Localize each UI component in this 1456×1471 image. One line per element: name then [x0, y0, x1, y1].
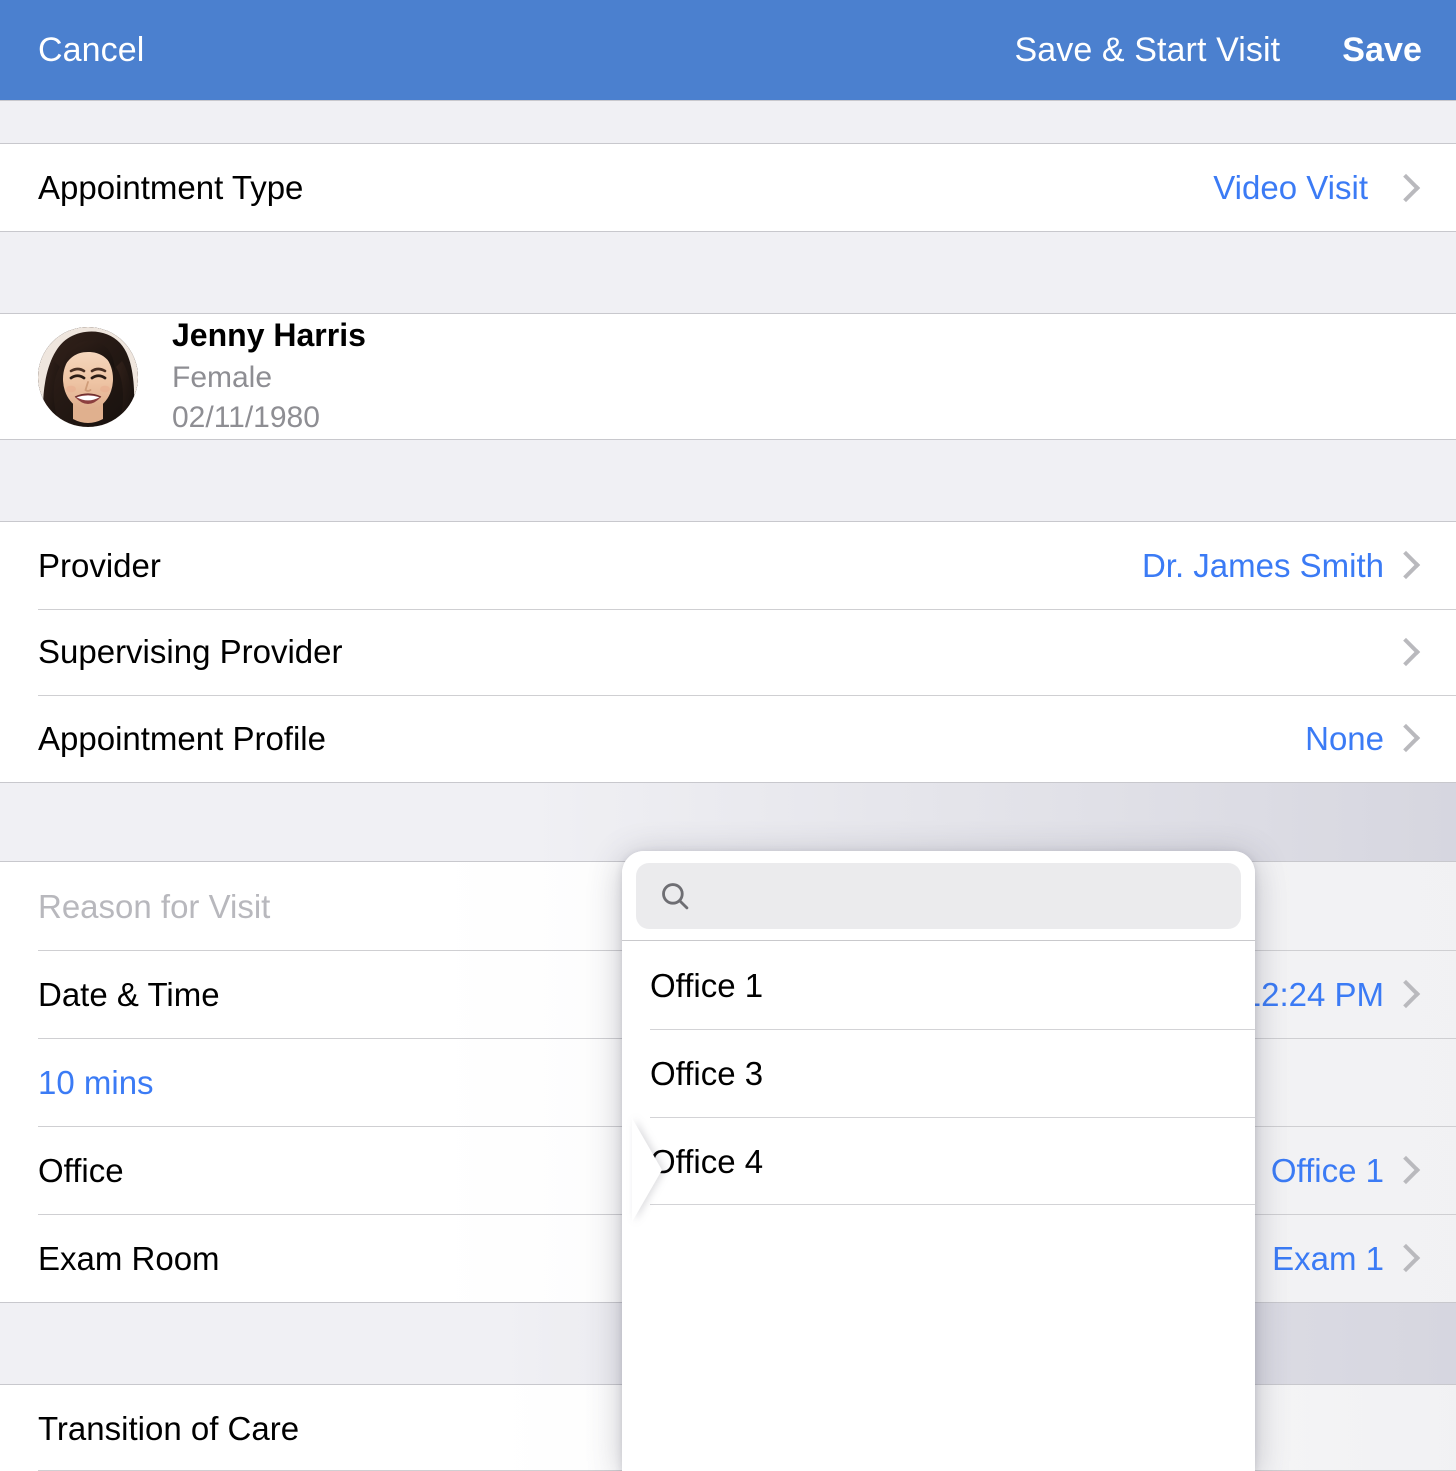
- transition-of-care-label: Transition of Care: [38, 1409, 300, 1447]
- search-field[interactable]: [636, 863, 1241, 929]
- providers-section: Provider Dr. James Smith Supervising Pro…: [0, 522, 1456, 782]
- save-button[interactable]: Save: [1342, 33, 1422, 67]
- chevron-right-icon: [1391, 724, 1421, 753]
- exam-room-value-group: Exam 1: [1272, 1239, 1421, 1277]
- office-value: Office 1: [1270, 1151, 1384, 1189]
- office-option-label: Office 1: [650, 966, 764, 1004]
- search-input[interactable]: [706, 863, 1219, 929]
- patient-name: Jenny Harris: [172, 317, 366, 354]
- chevron-right-icon: [1391, 979, 1421, 1009]
- section-spacer-3: [0, 439, 1456, 522]
- chevron-right-icon: [1391, 637, 1421, 667]
- duration-value: 10 mins: [38, 1063, 154, 1101]
- appointment-profile-value: None: [1305, 719, 1384, 757]
- appointment-type-value-group: Video Visit: [1213, 169, 1421, 206]
- section-spacer-1: [0, 100, 1456, 144]
- nav-left-group: Cancel: [38, 33, 144, 67]
- popover-search-area: [622, 851, 1255, 940]
- patient-info: Jenny Harris Female 02/11/1980: [172, 319, 366, 434]
- date-time-value-group: 12:24 PM: [1242, 975, 1421, 1013]
- patient-dob: 02/11/1980: [172, 401, 320, 435]
- list-item[interactable]: Office 4: [622, 1117, 1255, 1205]
- avatar: [38, 326, 138, 427]
- row-patient[interactable]: Jenny Harris Female 02/11/1980: [0, 314, 1456, 439]
- appointment-editor-screen: Cancel Save & Start Visit Save Appointme…: [0, 0, 1456, 1471]
- top-navigation-bar: Cancel Save & Start Visit Save: [0, 0, 1456, 100]
- supervising-provider-value-group: [1384, 637, 1421, 667]
- nav-right-group: Save & Start Visit Save: [1014, 33, 1422, 67]
- appointment-profile-label: Appointment Profile: [38, 719, 326, 757]
- date-time-label: Date & Time: [38, 975, 220, 1013]
- office-options-list: Office 1 Office 3 Office 4: [622, 940, 1255, 1205]
- provider-value-group: Dr. James Smith: [1141, 546, 1421, 584]
- supervising-provider-label: Supervising Provider: [38, 633, 343, 671]
- reason-for-visit-input[interactable]: Reason for Visit: [38, 890, 270, 923]
- section-spacer-4: [0, 782, 1456, 862]
- save-and-start-visit-button[interactable]: Save & Start Visit: [1014, 33, 1280, 67]
- chevron-right-icon: [1391, 1155, 1421, 1185]
- office-value-group: Office 1: [1270, 1151, 1421, 1189]
- list-item[interactable]: Office 1: [622, 941, 1255, 1029]
- appointment-type-section: Appointment Type Video Visit: [0, 144, 1456, 231]
- provider-label: Provider: [38, 546, 161, 584]
- patient-gender: Female: [172, 360, 273, 394]
- row-appointment-type[interactable]: Appointment Type Video Visit: [0, 144, 1456, 231]
- row-appointment-profile[interactable]: Appointment Profile None: [0, 695, 1456, 782]
- cancel-button[interactable]: Cancel: [38, 33, 144, 67]
- patient-section: Jenny Harris Female 02/11/1980: [0, 314, 1456, 439]
- chevron-right-icon: [1391, 1243, 1421, 1273]
- search-icon: [662, 883, 689, 910]
- appointment-type-label: Appointment Type: [38, 169, 304, 206]
- row-provider[interactable]: Provider Dr. James Smith: [0, 522, 1456, 609]
- list-item[interactable]: Office 3: [622, 1029, 1255, 1117]
- popover-pointer: [632, 1118, 662, 1222]
- office-option-label: Office 3: [650, 1054, 764, 1092]
- section-spacer-2: [0, 231, 1456, 314]
- exam-room-label: Exam Room: [38, 1239, 220, 1277]
- appointment-type-value: Video Visit: [1213, 169, 1368, 206]
- date-time-value: 12:24 PM: [1242, 975, 1384, 1013]
- appointment-profile-value-group: None: [1305, 719, 1421, 757]
- row-supervising-provider[interactable]: Supervising Provider: [0, 608, 1456, 696]
- provider-value: Dr. James Smith: [1141, 546, 1384, 584]
- office-picker-popover-body: Office 1 Office 3 Office 4: [622, 851, 1255, 1471]
- office-picker-popover: Office 1 Office 3 Office 4: [622, 851, 1255, 1471]
- office-label: Office: [38, 1151, 124, 1189]
- chevron-right-icon: [1391, 173, 1421, 202]
- chevron-right-icon: [1391, 551, 1421, 580]
- office-option-label: Office 4: [650, 1142, 764, 1180]
- exam-room-value: Exam 1: [1272, 1239, 1384, 1277]
